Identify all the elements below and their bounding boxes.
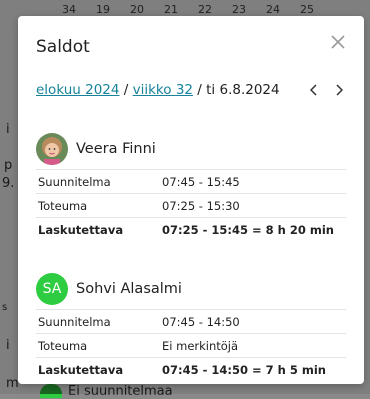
row-value: 07:45 - 14:50 = 7 h 5 min	[162, 362, 326, 377]
person-name: Sohvi Alasalmi	[76, 281, 182, 297]
row-label: Toteuma	[38, 338, 88, 353]
chevron-left-icon	[309, 84, 317, 96]
next-day-button[interactable]	[331, 81, 347, 100]
person-header: SA Sohvi Alasalmi	[36, 269, 346, 309]
modal-title: Saldot	[36, 37, 90, 57]
month-link[interactable]: elokuu 2024	[36, 82, 119, 98]
breadcrumb-separator: /	[193, 82, 207, 98]
person-card: Veera Finni Suunnitelma 07:45 - 15:45 To…	[36, 129, 346, 241]
balance-table: Suunnitelma 07:45 - 15:45 Toteuma 07:25 …	[36, 169, 346, 241]
child-photo-icon	[36, 133, 68, 165]
table-row: Suunnitelma 07:45 - 15:45	[36, 170, 346, 194]
table-row: Laskutettava 07:25 - 15:45 = 8 h 20 min	[36, 218, 346, 241]
table-row: Toteuma 07:25 - 15:30	[36, 194, 346, 218]
row-value: 07:25 - 15:30	[162, 198, 240, 213]
person-name: Veera Finni	[76, 141, 156, 157]
row-value: 07:45 - 14:50	[162, 314, 240, 329]
breadcrumb-separator: /	[119, 82, 133, 98]
balance-table: Suunnitelma 07:45 - 14:50 Toteuma Ei mer…	[36, 309, 346, 381]
row-label: Suunnitelma	[38, 314, 111, 329]
week-link[interactable]: viikko 32	[133, 82, 193, 98]
row-value: 07:45 - 15:45	[162, 174, 240, 189]
table-row: Laskutettava 07:45 - 14:50 = 7 h 5 min	[36, 358, 346, 381]
table-row: Toteuma Ei merkintöjä	[36, 334, 346, 358]
date-navigation: elokuu 2024 / viikko 32 / ti 6.8.2024	[36, 82, 346, 102]
row-value: 07:25 - 15:45 = 8 h 20 min	[162, 222, 334, 237]
close-icon	[331, 35, 345, 49]
saldot-modal: Saldot elokuu 2024 / viikko 32 / ti 6.8.…	[18, 16, 364, 384]
row-label: Toteuma	[38, 198, 88, 213]
day-label: ti 6.8.2024	[206, 82, 280, 98]
table-row: Suunnitelma 07:45 - 14:50	[36, 310, 346, 334]
row-label: Suunnitelma	[38, 174, 111, 189]
close-button[interactable]	[328, 32, 348, 52]
row-value: Ei merkintöjä	[162, 338, 239, 353]
row-label: Laskutettava	[38, 222, 124, 237]
person-header: Veera Finni	[36, 129, 346, 169]
avatar: SA	[36, 273, 68, 305]
previous-day-button[interactable]	[306, 81, 322, 100]
person-card: SA Sohvi Alasalmi Suunnitelma 07:45 - 14…	[36, 269, 346, 381]
chevron-right-icon	[336, 84, 344, 96]
avatar	[36, 133, 68, 165]
row-label: Laskutettava	[38, 362, 124, 377]
